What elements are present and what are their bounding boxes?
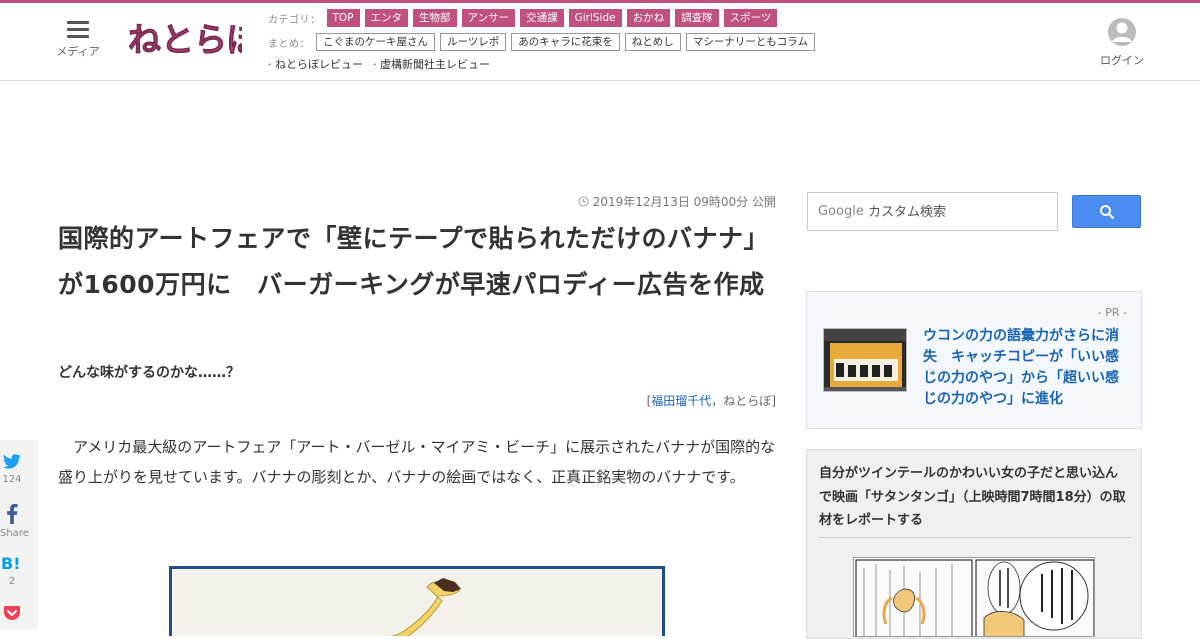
pocket-share-button[interactable] — [0, 604, 24, 626]
search-button[interactable] — [1072, 195, 1141, 228]
pr-thumbnail-image — [824, 329, 906, 391]
matome-tag[interactable]: ルーツレポ — [440, 33, 507, 51]
login-label: ログイン — [1100, 54, 1144, 67]
timestamp-text: 2019年12月13日 09時00分 公開 — [592, 195, 776, 209]
article-headline: 国際的アートフェアで「壁にテープで貼られただけのバナナ」が1600万円に バーガ… — [58, 224, 770, 299]
search-icon — [1100, 205, 1115, 220]
logo-text: ねとらぼ — [128, 20, 242, 59]
pr-ad-box: - PR - ウコンの力の語彙力がさらに消失 キャッチコピーが「いい感じの力のや… — [806, 291, 1142, 429]
twitter-share-count: 124 — [2, 474, 22, 485]
review-link[interactable]: · ねとらぼレビュー — [268, 56, 363, 72]
category-tag[interactable]: GirlSide — [568, 9, 622, 27]
hamburger-icon — [67, 21, 89, 38]
site-header: メディア ねとらぼ カテゴリ： TOPエンタ生物部アンサー交通課GirlSide… — [0, 3, 1200, 81]
login-button[interactable]: ログイン — [1098, 17, 1146, 68]
author-link[interactable]: 福田瑠千代 — [651, 394, 711, 408]
featured-divider — [819, 537, 1131, 538]
category-row-label: カテゴリ： — [268, 14, 321, 26]
matome-tag[interactable]: マシーナリーともコラム — [685, 33, 815, 51]
user-avatar-icon — [1108, 18, 1136, 46]
pr-article-link[interactable]: ウコンの力の語彙力がさらに消失 キャッチコピーが「いい感じの力のやつ」から「超い… — [923, 326, 1129, 410]
media-menu-button[interactable]: メディア — [52, 21, 104, 65]
category-tag[interactable]: スポーツ — [723, 9, 778, 27]
category-tag[interactable]: 生物部 — [413, 9, 457, 27]
article-body: アメリカ最大級のアートフェア「アート・バーゼル・マイアミ・ビーチ」に展示されたバ… — [58, 438, 776, 486]
featured-article-box: 自分がツインテールのかわいい女の子だと思い込んで映画「サタンタンゴ」（上映時間7… — [806, 449, 1142, 639]
share-rail: 124 Share B! 2 — [0, 440, 38, 630]
article-byline: [福田瑠千代，ねとらぼ] — [560, 392, 776, 409]
category-tag[interactable]: TOP — [326, 9, 360, 27]
custom-search-input[interactable] — [808, 193, 1057, 230]
review-nav: · ねとらぼレビュー · 虚構新聞社主レビュー — [268, 54, 500, 74]
matome-tag[interactable]: こぐまのケーキ屋さん — [316, 33, 435, 51]
byline-close-bracket: ] — [771, 394, 776, 408]
hatena-share-count: 2 — [8, 576, 16, 587]
media-menu-label: メディア — [56, 45, 100, 58]
svg-text:B!: B! — [1, 554, 21, 572]
pr-label: - PR - — [1097, 306, 1127, 319]
site-logo[interactable]: ねとらぼ — [126, 15, 242, 63]
byline-separator: ， — [711, 394, 724, 408]
article-image-banana[interactable] — [169, 566, 665, 636]
matome-nav: まとめ： こぐまのケーキ屋さん ルーツレポ あのキャラに花束を ねとめし マシーナリーと… — [268, 32, 820, 52]
category-tag[interactable]: 交通課 — [520, 9, 564, 27]
search-box: Google — [807, 192, 1058, 231]
hatena-icon: B! — [1, 554, 21, 573]
pocket-icon — [4, 606, 20, 620]
hatena-bookmark-button[interactable]: B! 2 — [0, 554, 24, 587]
matome-tag[interactable]: あのキャラに花束を — [511, 33, 620, 51]
banana-photo — [172, 569, 662, 636]
matome-row-label: まとめ： — [268, 38, 310, 50]
category-tag[interactable]: 調査隊 — [675, 9, 719, 27]
category-nav: カテゴリ： TOP エンタ 生物部 アンサー 交通課 GirlSide おかね 調査隊 スポーツ — [268, 8, 782, 28]
manga-illustration — [854, 558, 1094, 636]
featured-manga-image[interactable] — [853, 557, 1095, 637]
clock-icon — [578, 196, 589, 207]
featured-article-link[interactable]: 自分がツインテールのかわいい女の子だと思い込んで映画「サタンタンゴ」（上映時間7… — [819, 462, 1129, 533]
matome-tag[interactable]: ねとめし — [624, 33, 681, 51]
facebook-share-label: Share — [0, 528, 29, 539]
twitter-icon — [2, 454, 21, 469]
category-tag[interactable]: おかね — [626, 9, 671, 27]
article-subtitle: どんな味がするのかな……？ — [58, 365, 240, 381]
pr-thumbnail[interactable] — [823, 328, 907, 392]
category-tag[interactable]: アンサー — [461, 9, 516, 27]
twitter-share-button[interactable]: 124 — [0, 454, 24, 485]
review-link[interactable]: · 虚構新聞社主レビュー — [373, 56, 490, 72]
facebook-icon — [7, 504, 18, 524]
publish-timestamp: 2019年12月13日 09時00分 公開 — [560, 193, 776, 210]
facebook-share-button[interactable]: Share — [0, 504, 29, 539]
category-tag[interactable]: エンタ — [364, 9, 409, 27]
publisher-name: ねとらぼ — [723, 394, 772, 408]
